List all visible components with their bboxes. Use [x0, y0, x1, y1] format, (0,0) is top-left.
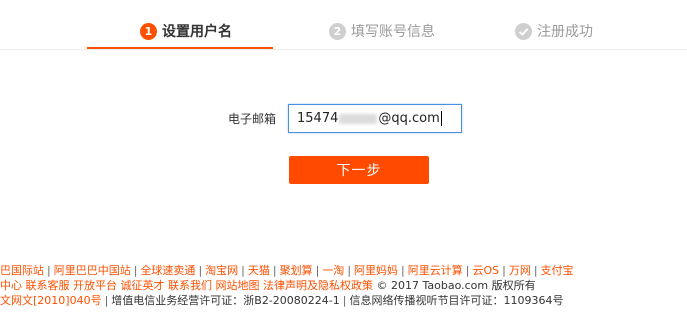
step-label: 填写账号信息	[351, 24, 435, 40]
step-number-badge: 1	[140, 22, 157, 40]
check-circle-icon	[515, 22, 532, 40]
step-register-success: 注册成功	[515, 18, 593, 44]
footer-link[interactable]: 阿里巴巴中国站	[54, 264, 131, 277]
steps-divider	[0, 49, 687, 50]
step-label: 设置用户名	[162, 24, 232, 40]
footer-link[interactable]: 诚征英才	[121, 279, 165, 292]
email-input[interactable]: 15474 @qq.com	[288, 104, 462, 133]
footer-link[interactable]: 天猫	[248, 264, 270, 277]
masked-email-part	[339, 113, 378, 124]
footer-link[interactable]: 联系客服	[26, 279, 70, 292]
footer-link[interactable]: 一淘	[322, 264, 344, 277]
footer-link[interactable]: 云OS	[472, 264, 499, 277]
footer-license-row: 文网文[2010]040号 | 增值电信业务经营许可证：浙B2-20080224-1…	[0, 294, 564, 307]
footer-links-row-2: 中心 联系客服 开放平台 诚征英才 联系我们 网站地图 法律声明及隐私权政策 ©…	[0, 278, 536, 293]
email-suffix: @qq.com	[378, 111, 440, 126]
next-step-button[interactable]: 下一步	[289, 156, 429, 184]
av-license-text: 信息网络传播视听节目许可证：1109364号	[349, 294, 564, 307]
footer-link[interactable]: 联系我们	[168, 279, 212, 292]
footer-link[interactable]: 聚划算	[280, 264, 313, 277]
footer-license-link[interactable]: 文网文[2010]040号	[0, 294, 102, 307]
footer-link[interactable]: 巴国际站	[0, 264, 44, 277]
footer-link[interactable]: 中心	[0, 279, 22, 292]
icp-license-text: 增值电信业务经营许可证：浙B2-20080224-1	[111, 294, 340, 307]
registration-steps: 1 设置用户名 2 填写账号信息 注册成功	[0, 0, 687, 50]
footer-link[interactable]: 支付宝	[541, 264, 574, 277]
email-label: 电子邮箱	[228, 112, 277, 126]
step-set-username: 1 设置用户名	[140, 18, 232, 44]
email-prefix: 15474	[297, 111, 339, 126]
step-label: 注册成功	[537, 24, 593, 40]
footer-link[interactable]: 网站地图	[216, 279, 260, 292]
step-number-badge: 2	[329, 22, 346, 40]
footer-link[interactable]: 全球速卖通	[140, 264, 195, 277]
footer-link[interactable]: 法律声明及隐私权政策	[263, 279, 373, 292]
footer-link[interactable]: 淘宝网	[205, 264, 238, 277]
text-caret	[440, 111, 442, 126]
step-fill-account-info: 2 填写账号信息	[329, 18, 435, 44]
footer-link[interactable]: 阿里云计算	[408, 264, 463, 277]
footer-link[interactable]: 开放平台	[73, 279, 117, 292]
footer-link[interactable]: 阿里妈妈	[354, 264, 398, 277]
copyright-text: © 2017 Taobao.com 版权所有	[376, 279, 536, 292]
footer-links-row-1: 巴国际站 | 阿里巴巴中国站 | 全球速卖通 | 淘宝网 | 天猫 | 聚划算 | 一淘 | 阿里妈妈 | 阿里…	[0, 264, 574, 277]
footer-link[interactable]: 万网	[509, 264, 531, 277]
